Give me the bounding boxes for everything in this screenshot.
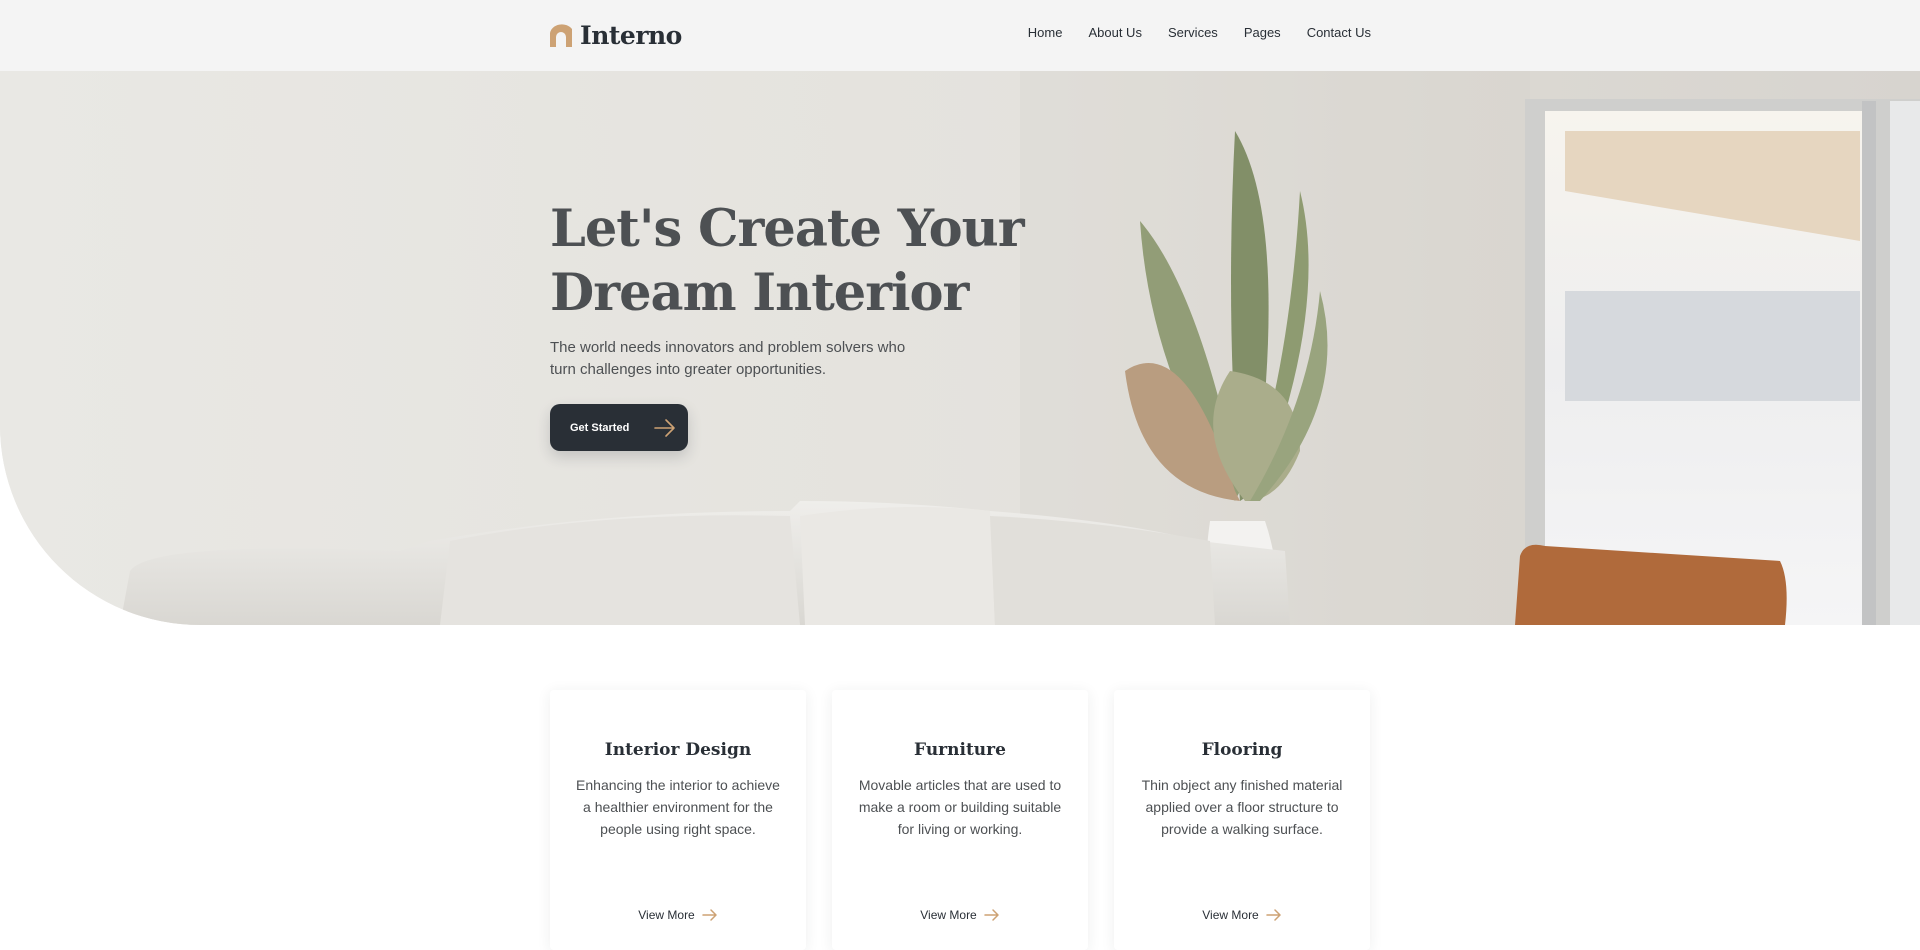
view-more-link[interactable]: View More: [832, 908, 1088, 922]
nav-item-home[interactable]: Home: [1028, 25, 1063, 40]
arrow-right-icon: [1265, 909, 1281, 921]
arrow-right-icon: [701, 909, 717, 921]
card-description: Thin object any finished material applie…: [1141, 777, 1343, 837]
nav-item-services[interactable]: Services: [1168, 25, 1218, 40]
get-started-button[interactable]: Get Started: [550, 404, 688, 451]
nav-item-about-us[interactable]: About Us: [1088, 25, 1141, 40]
card-description: Movable articles that are used to make a…: [858, 777, 1062, 837]
card-title: Interior Design: [604, 740, 752, 760]
hero-subtitle: The world needs innovators and problem s…: [550, 339, 906, 378]
card-description: Enhancing the interior to achieve a heal…: [576, 777, 780, 837]
brand-logo[interactable]: Interno: [550, 18, 682, 52]
view-more-label: View More: [920, 908, 977, 922]
view-more-link[interactable]: View More: [550, 908, 806, 922]
nav-item-pages[interactable]: Pages: [1244, 25, 1281, 40]
card-title: Flooring: [1201, 740, 1283, 760]
services-section: Interior Design Enhancing the interior t…: [550, 690, 1370, 950]
view-more-label: View More: [638, 908, 695, 922]
arrow-right-icon: [654, 419, 675, 437]
card-title: Furniture: [914, 740, 1006, 760]
view-more-link[interactable]: View More: [1114, 908, 1370, 922]
service-card-flooring: Flooring Thin object any finished materi…: [1114, 690, 1370, 950]
living-room-photo: [0, 71, 1920, 625]
arrow-right-icon: [983, 909, 999, 921]
top-navbar: Interno Home About Us Services Pages Con…: [0, 0, 1920, 71]
view-more-label: View More: [1202, 908, 1259, 922]
main-menu: Home About Us Services Pages Contact Us: [1028, 25, 1371, 40]
nav-item-contact-us[interactable]: Contact Us: [1307, 25, 1371, 40]
brand-name: Interno: [580, 20, 682, 50]
service-card-furniture: Furniture Movable articles that are used…: [832, 690, 1088, 950]
service-card-interior-design: Interior Design Enhancing the interior t…: [550, 690, 806, 950]
hero-title: Let's Create Your Dream Interior: [550, 199, 1025, 323]
hero-section: Let's Create Your Dream Interior The wor…: [0, 71, 1920, 625]
get-started-label: Get Started: [570, 421, 630, 434]
arch-logo-icon: [550, 24, 572, 47]
